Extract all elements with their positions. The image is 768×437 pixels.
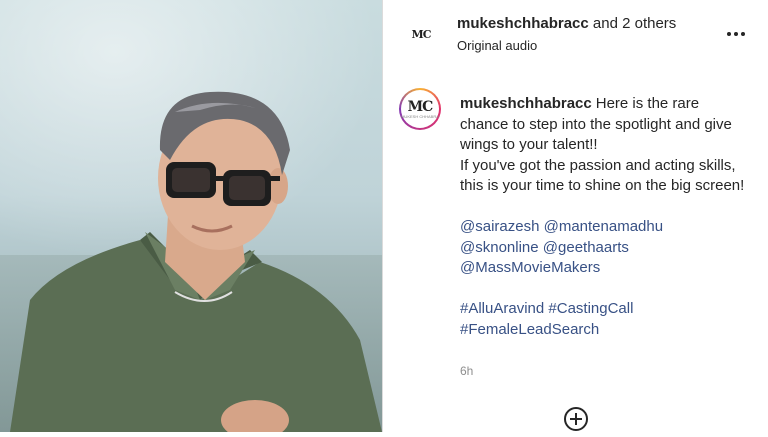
- caption-avatar-subtext: MUKESH CHHABRA: [401, 113, 439, 119]
- add-comment-button[interactable]: [563, 406, 589, 432]
- hashtag-link[interactable]: #FemaleLeadSearch: [460, 321, 599, 338]
- audio-label[interactable]: Original audio: [457, 38, 537, 53]
- mention-link[interactable]: @sknonline: [460, 239, 539, 256]
- more-horizontal-icon: [727, 32, 745, 36]
- reel-video[interactable]: [0, 0, 382, 432]
- hashtag-link[interactable]: #CastingCall: [548, 300, 633, 317]
- mention-link[interactable]: @geethaarts: [543, 239, 629, 256]
- header-avatar[interactable]: MC: [403, 16, 439, 52]
- mentions-block: @sairazesh @mantenamadhu @sknonline @gee…: [460, 217, 750, 279]
- add-circle-icon: [564, 407, 588, 431]
- post-header: MC mukeshchhabracc and 2 others Original…: [383, 0, 768, 70]
- mention-link[interactable]: @mantenamadhu: [544, 218, 663, 235]
- header-username[interactable]: mukeshchhabracc: [457, 15, 589, 32]
- header-collaborators[interactable]: and 2 others: [593, 15, 676, 32]
- hashtags-block: #AlluAravind #CastingCall #FemaleLeadSea…: [460, 299, 750, 340]
- post-details-panel: MC mukeshchhabracc and 2 others Original…: [383, 0, 768, 432]
- more-options-button[interactable]: [724, 22, 748, 46]
- presenter-figure: [10, 91, 382, 432]
- caption-avatar-monogram: MC: [407, 98, 434, 115]
- header-username-line: mukeshchhabracc and 2 others: [457, 15, 676, 32]
- caption-text: mukeshchhabracc Here is the rare chance t…: [460, 94, 750, 340]
- caption-username[interactable]: mukeshchhabracc: [460, 95, 592, 112]
- header-avatar-monogram: MC: [411, 27, 432, 41]
- caption-avatar[interactable]: MC MUKESH CHHABRA: [399, 88, 441, 130]
- post-timestamp[interactable]: 6h: [460, 364, 473, 378]
- caption-line-2: If you've got the passion and acting ski…: [460, 156, 745, 195]
- mention-link[interactable]: @MassMovieMakers: [460, 259, 600, 276]
- mention-link[interactable]: @sairazesh: [460, 218, 539, 235]
- hashtag-link[interactable]: #AlluAravind: [460, 300, 544, 317]
